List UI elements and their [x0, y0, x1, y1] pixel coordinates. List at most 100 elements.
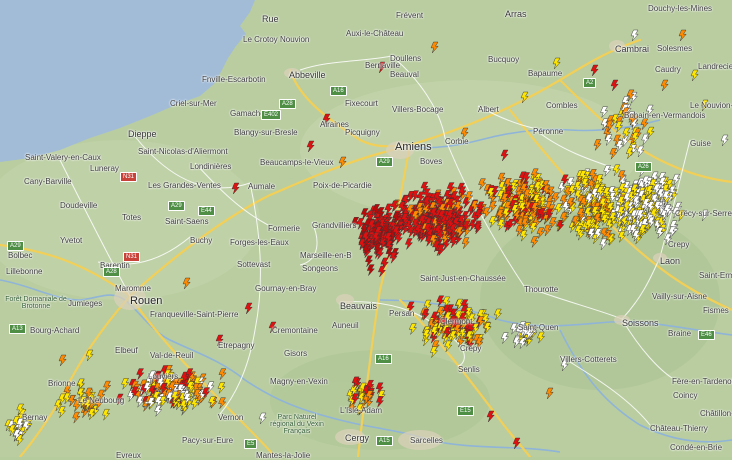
place-label: Louviers — [148, 372, 179, 381]
place-label: Gournay-en-Bray — [255, 284, 317, 293]
place-label: Songeons — [302, 264, 339, 273]
place-label: Buchy — [190, 236, 213, 245]
place-label: Yvetot — [60, 236, 83, 245]
place-label: Saint-Erme — [699, 271, 732, 280]
place-label: Cany-Barville — [24, 177, 72, 186]
place-label: Franqueville-Saint-Pierre — [150, 310, 239, 319]
place-label: Villers-Bocage — [392, 105, 444, 114]
place-label: Château-Thierry — [650, 424, 708, 433]
road-number-badge: N31 — [123, 252, 141, 262]
place-label: Luneray — [90, 164, 119, 173]
place-label: Maromme — [115, 284, 152, 293]
place-label: Doudeville — [60, 201, 98, 210]
road-number-badge: A29 — [7, 241, 24, 251]
place-label: Bolbec — [8, 251, 33, 260]
place-label: Saint-Nicolas-d'Aliermont — [138, 147, 228, 156]
place-label: Aumale — [248, 182, 276, 191]
place-label: Blangy-sur-Bresle — [234, 128, 298, 137]
road-number-badge: E15 — [457, 406, 474, 416]
place-label: Marseille-en-B — [300, 251, 352, 260]
place-label: Grandvilliers — [312, 221, 357, 230]
place-label: Picquigny — [345, 128, 380, 137]
place-label: Corbie — [445, 137, 469, 146]
road-number-badge: A29 — [376, 157, 393, 167]
place-label: Crécy-sur-Serre — [675, 209, 732, 218]
place-label: L'Isle-Adam — [340, 406, 382, 415]
place-label: Bucquoy — [488, 55, 520, 64]
place-label: Fnville-Escarbotin — [202, 75, 266, 84]
place-label: Londinières — [190, 162, 232, 171]
place-label: Criel-sur-Mer — [170, 99, 217, 108]
place-label: Le Neubourg — [78, 396, 125, 405]
place-label: Thourotte — [524, 285, 559, 294]
place-label: Beauval — [390, 70, 419, 79]
road-number-badge: A29 — [168, 201, 185, 211]
place-label: Rue — [262, 14, 279, 24]
place-label: Saint-Saens — [165, 217, 209, 226]
place-label: Brionne — [48, 379, 76, 388]
place-label: Evreux — [116, 451, 141, 460]
place-label: Crepy — [668, 240, 690, 249]
place-label: Magny-en-Vexin — [270, 377, 328, 386]
place-label: Cambrai — [615, 44, 650, 54]
place-label: Saint-Quen — [518, 323, 559, 332]
place-label: Bernaville — [365, 61, 401, 70]
road-number-badge: A15 — [376, 436, 393, 446]
place-label: Fixecourt — [345, 99, 378, 108]
place-label: Braine — [668, 329, 692, 338]
road-number-badge: E5 — [244, 439, 258, 449]
place-label: Cergy — [345, 433, 370, 443]
place-label: Totes — [122, 213, 142, 222]
place-label: Condé-en-Brie — [670, 443, 723, 452]
place-label: Coincy — [673, 391, 698, 400]
place-label: Nouvion — [280, 35, 310, 44]
place-label: Soissons — [622, 318, 659, 328]
place-label: Vailly-sur-Aisne — [652, 292, 707, 301]
place-label: Villers-Cotterets — [560, 355, 617, 364]
park-label: Parc Naturel régional du Vexin Français — [270, 414, 324, 435]
place-label: Péronne — [533, 127, 564, 136]
road-number-badge: N31 — [120, 172, 138, 182]
road-number-badge: E402 — [261, 110, 282, 120]
place-label: Beauvais — [340, 301, 378, 311]
place-label: Bernay — [22, 413, 48, 422]
place-label: Sottevast — [237, 260, 271, 269]
place-label: Combles — [546, 101, 578, 110]
place-label: Auxi-le-Château — [346, 29, 404, 38]
place-label: Poix-de-Picardie — [313, 181, 372, 190]
place-label: Etrepagny — [218, 341, 255, 350]
place-label: Albert — [478, 105, 499, 114]
road-number-badge: E46 — [698, 330, 715, 340]
place-label: Le Crotoy — [243, 35, 278, 44]
place-label: Arras — [505, 9, 527, 19]
place-label: Sarcelles — [410, 436, 443, 445]
place-label: Vernon — [218, 413, 244, 422]
place-label: Le Nouvion-e — [690, 101, 732, 110]
place-label: Solesmes — [657, 44, 693, 53]
place-label: Landrecies — [698, 62, 732, 71]
road-number-badge: A16 — [330, 86, 347, 96]
place-label: Persan — [389, 309, 415, 318]
road-number-badge: A2 — [583, 78, 597, 88]
place-label: Cremontaine — [272, 326, 318, 335]
place-label: Lillebonne — [6, 267, 43, 276]
place-label: Jumieges — [68, 299, 103, 308]
road-number-badge: A26 — [635, 162, 652, 172]
place-label: Elbeuf — [115, 346, 138, 355]
place-label: Saint-Just-en-Chaussée — [420, 274, 506, 283]
place-label: Amiens — [395, 141, 432, 153]
road-number-badge: A28 — [103, 267, 120, 277]
place-label: Fismes — [703, 306, 729, 315]
place-label: Dieppe — [128, 129, 157, 139]
place-label: Bourg-Achard — [30, 326, 80, 335]
place-label: Guise — [690, 139, 711, 148]
place-label: Boves — [420, 157, 443, 166]
place-label: Les Grandes-Ventes — [148, 181, 221, 190]
place-label: Bapaume — [528, 69, 563, 78]
place-label: Forges-les-Eaux — [230, 238, 289, 247]
place-label: Caudry — [655, 65, 681, 74]
place-label: Beaucamps-le-Vieux — [260, 158, 334, 167]
road-number-badge: A28 — [279, 99, 296, 109]
place-label: Clermont — [440, 317, 473, 326]
place-label: Châtillon-s — [700, 409, 732, 418]
